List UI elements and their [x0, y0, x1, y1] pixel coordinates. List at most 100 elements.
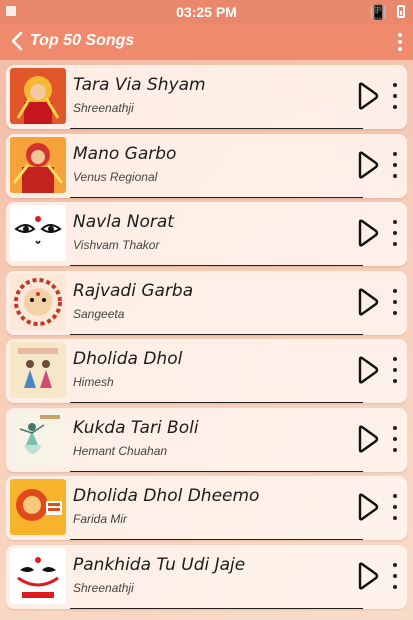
song-list-item[interactable]: Navla Norat Vishvam Thakor: [6, 202, 407, 266]
dot-icon: [393, 516, 397, 520]
dot-icon: [393, 425, 397, 430]
divider: [70, 128, 363, 129]
song-artist: Vishvam Thakor: [73, 238, 160, 252]
divider: [70, 470, 363, 472]
dot-icon: [393, 584, 397, 589]
play-button[interactable]: [353, 424, 381, 454]
song-list: Tara Via Shyam Shreenathji Mano Garbo Ve…: [6, 65, 407, 620]
play-icon: [358, 287, 379, 316]
back-button[interactable]: [6, 28, 28, 54]
dot-icon: [393, 379, 397, 383]
dot-icon: [393, 505, 397, 509]
play-icon: [358, 561, 379, 590]
play-button[interactable]: [353, 561, 381, 591]
divider: [70, 265, 363, 266]
play-button[interactable]: [353, 355, 381, 385]
dot-icon: [393, 242, 397, 246]
battery-icon: [397, 5, 405, 18]
dot-icon: [393, 436, 397, 441]
dot-icon: [393, 368, 397, 372]
more-options-button[interactable]: [389, 494, 401, 520]
song-title: Navla Norat: [73, 212, 174, 232]
play-icon: [358, 219, 379, 247]
dot-icon: [393, 573, 397, 578]
play-button[interactable]: [353, 81, 381, 111]
song-list-item[interactable]: Mano Garbo Venus Regional: [6, 133, 407, 198]
song-artist: Farida Mir: [73, 512, 128, 526]
more-options-button[interactable]: [389, 83, 401, 109]
album-art-image: [10, 479, 66, 535]
dot-icon: [393, 447, 397, 452]
play-icon: [358, 424, 379, 453]
vibrate-icon: 📳: [369, 4, 387, 20]
song-artist: Venus Regional: [73, 169, 158, 184]
play-icon: [358, 150, 379, 179]
song-title: Kukda Tari Boli: [73, 417, 199, 438]
play-button[interactable]: [353, 218, 381, 248]
album-art-image: [10, 410, 66, 467]
play-button[interactable]: [353, 492, 381, 522]
dot-icon: [393, 105, 397, 109]
play-button[interactable]: [353, 287, 381, 317]
status-bar: 03:25 PM 📳: [0, 0, 413, 24]
page-title: Top 50 Songs: [30, 32, 135, 49]
song-list-item[interactable]: Dholida Dhol Dheemo Farida Mir: [6, 476, 407, 540]
dot-icon: [393, 231, 397, 235]
more-options-button[interactable]: [389, 562, 401, 589]
album-art-image: [10, 273, 66, 330]
play-button[interactable]: [353, 150, 381, 180]
dot-icon: [393, 173, 397, 178]
song-title: Dholida Dhol: [73, 349, 183, 369]
dot-icon: [398, 40, 402, 44]
dot-icon: [398, 33, 402, 37]
song-artist: Sangeeta: [73, 306, 125, 321]
song-list-item[interactable]: Pankhida Tu Udi Jaje Shreenathji: [6, 544, 407, 609]
divider: [70, 607, 363, 609]
dot-icon: [393, 83, 397, 87]
album-art-image: [10, 68, 66, 124]
dot-icon: [393, 310, 397, 315]
overflow-menu-button[interactable]: [393, 30, 407, 54]
song-title: Pankhida Tu Udi Jaje: [73, 554, 246, 575]
album-art-image: [10, 342, 66, 398]
more-options-button[interactable]: [389, 357, 401, 383]
song-title: Tara Via Shyam: [73, 75, 206, 95]
more-options-button[interactable]: [389, 220, 401, 246]
song-title: Dholida Dhol Dheemo: [73, 486, 260, 506]
song-list-item[interactable]: Kukda Tari Boli Hemant Chuahan: [6, 407, 407, 472]
song-artist: Himesh: [73, 375, 114, 389]
album-art-image: [10, 136, 66, 193]
album-art-image: [10, 547, 66, 604]
more-options-button[interactable]: [389, 151, 401, 178]
divider: [70, 333, 363, 335]
dot-icon: [393, 162, 397, 167]
dot-icon: [393, 151, 397, 156]
song-artist: Shreenathji: [73, 101, 134, 115]
dot-icon: [393, 562, 397, 567]
play-icon: [358, 356, 379, 384]
song-title: Mano Garbo: [73, 143, 177, 164]
play-icon: [358, 82, 379, 110]
song-list-item[interactable]: Dholida Dhol Himesh: [6, 339, 407, 403]
dot-icon: [393, 288, 397, 293]
song-list-item[interactable]: Tara Via Shyam Shreenathji: [6, 65, 407, 129]
divider: [70, 539, 363, 540]
dot-icon: [398, 47, 402, 51]
app-bar: Top 50 Songs: [0, 24, 413, 60]
divider: [70, 196, 363, 198]
more-options-button[interactable]: [389, 288, 401, 315]
more-options-button[interactable]: [389, 425, 401, 452]
chevron-left-icon: [11, 31, 23, 51]
dot-icon: [393, 299, 397, 304]
play-icon: [358, 493, 379, 521]
song-artist: Hemant Chuahan: [73, 443, 168, 458]
dot-icon: [393, 94, 397, 98]
divider: [70, 402, 363, 403]
dot-icon: [393, 220, 397, 224]
album-art-image: [10, 205, 66, 261]
song-title: Rajvadi Garba: [73, 280, 194, 301]
dot-icon: [393, 494, 397, 498]
status-time: 03:25 PM: [176, 4, 237, 20]
song-list-item[interactable]: Rajvadi Garba Sangeeta: [6, 270, 407, 335]
song-artist: Shreenathji: [73, 580, 134, 595]
